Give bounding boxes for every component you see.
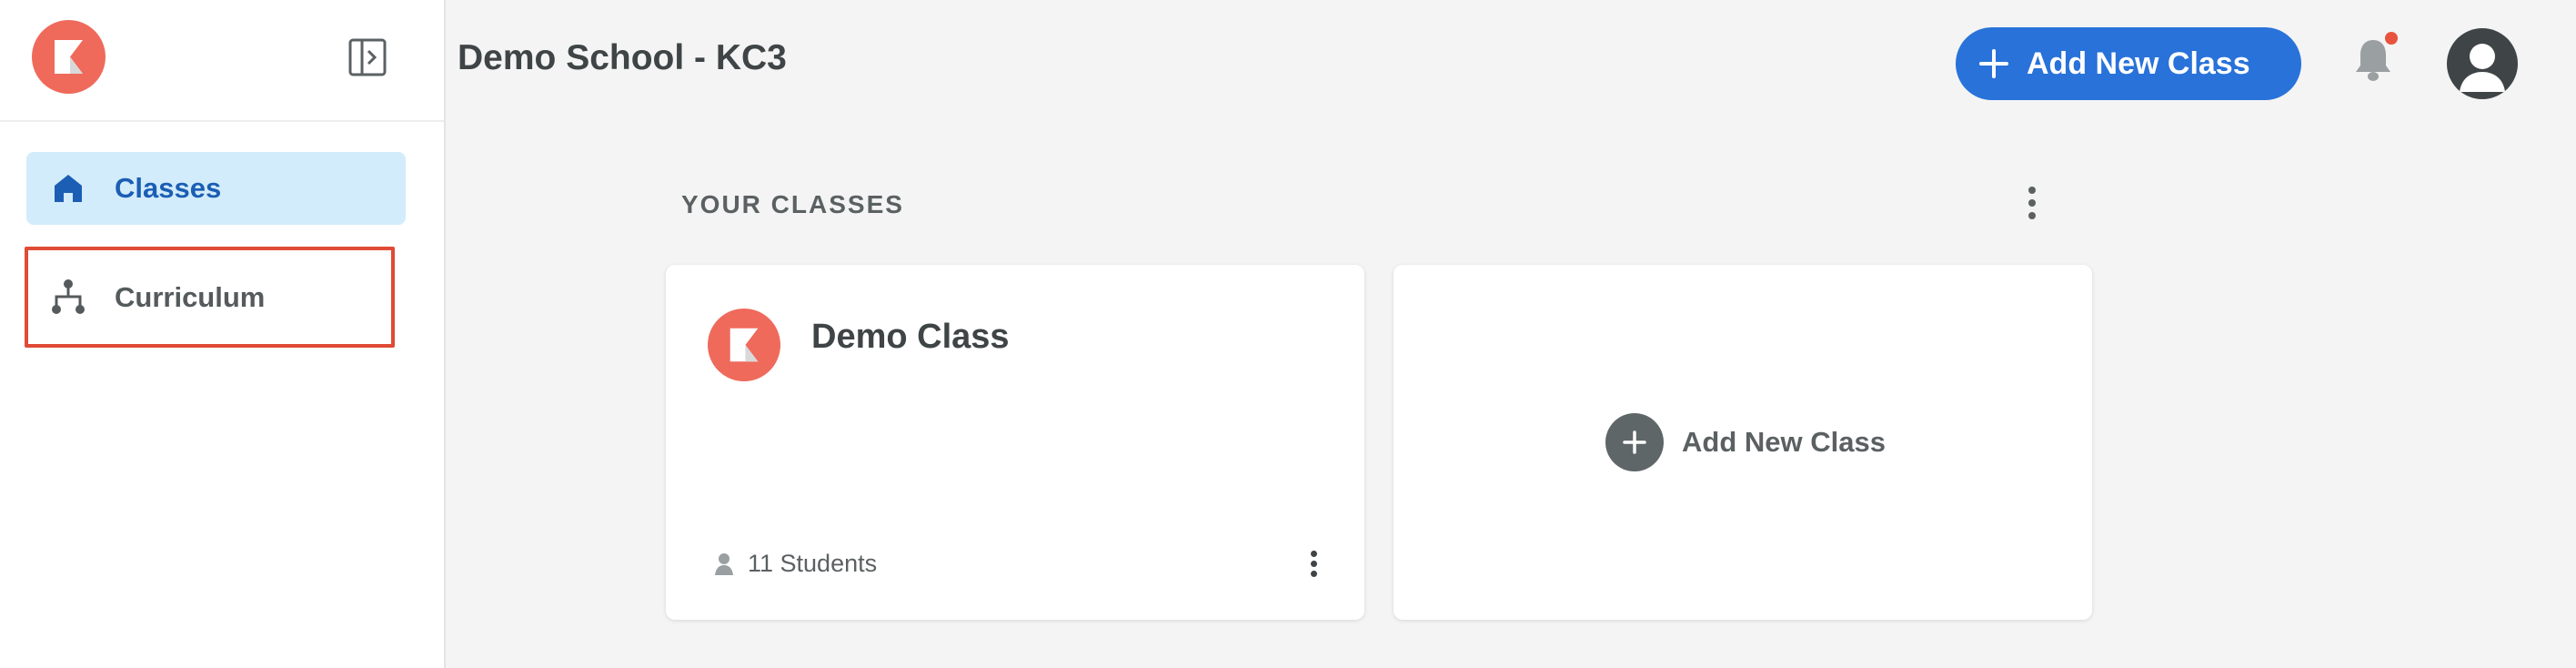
add-new-class-button[interactable]: Add New Class	[1956, 27, 2301, 100]
page-title: Demo School - KC3	[458, 38, 787, 77]
class-card[interactable]: Demo Class 11 Students	[666, 265, 1364, 620]
class-logo-icon	[708, 309, 780, 381]
sidebar-item-classes[interactable]: Classes	[26, 152, 406, 225]
sidebar-item-label: Curriculum	[115, 281, 266, 313]
person-icon	[714, 552, 734, 576]
add-new-class-card-label: Add New Class	[1682, 426, 1886, 458]
add-new-class-label: Add New Class	[2027, 46, 2250, 81]
more-options-icon[interactable]	[2016, 178, 2048, 228]
class-options-icon[interactable]	[1300, 543, 1327, 583]
kolibri-logo-icon[interactable]	[32, 20, 106, 94]
add-new-class-card[interactable]: Add New Class	[1394, 265, 2092, 620]
sidebar-item-curriculum[interactable]: Curriculum	[25, 247, 395, 348]
home-icon	[50, 170, 86, 207]
sidebar-collapse-icon[interactable]	[347, 36, 388, 78]
notification-dot	[2385, 32, 2398, 45]
sidebar-item-label: Classes	[115, 172, 222, 204]
class-name: Demo Class	[811, 318, 1010, 356]
section-title: YOUR CLASSES	[681, 190, 904, 218]
hierarchy-icon	[50, 278, 86, 315]
user-avatar-icon[interactable]	[2447, 28, 2518, 99]
plus-icon	[1977, 47, 2010, 80]
sidebar: Classes Curriculum	[0, 0, 446, 668]
sidebar-nav: Classes Curriculum	[25, 152, 406, 369]
add-circle-icon	[1605, 413, 1664, 471]
sidebar-header	[0, 0, 444, 122]
add-new-class-content: Add New Class	[1605, 413, 1886, 471]
student-count: 11 Students	[748, 550, 878, 577]
